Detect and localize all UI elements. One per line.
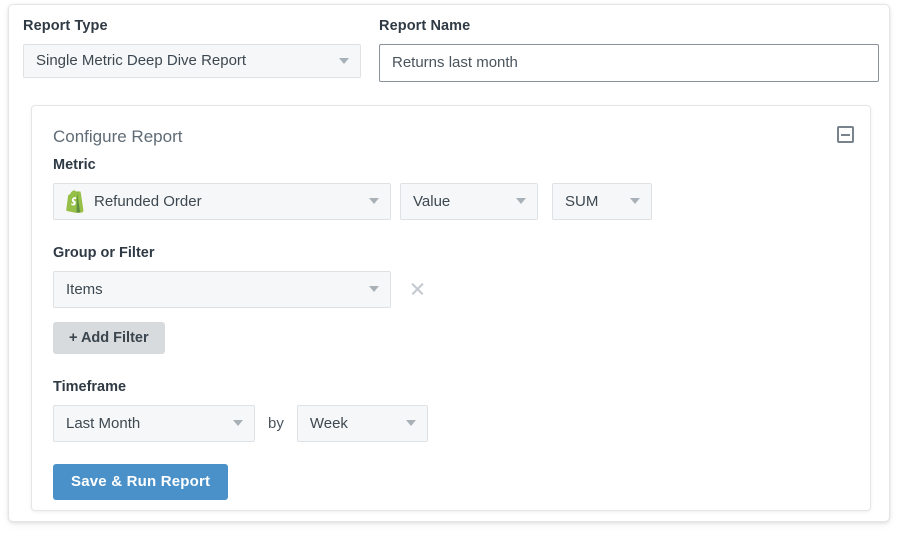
metric-aggregate-field-value: Value	[413, 193, 450, 210]
group-or-filter-select[interactable]: Items	[53, 271, 391, 308]
chevron-down-icon	[233, 420, 243, 426]
report-header-row: Report Type Single Metric Deep Dive Repo…	[23, 19, 879, 82]
metric-label: Metric	[53, 158, 852, 174]
report-type-label: Report Type	[23, 19, 361, 35]
collapse-minus-icon[interactable]	[837, 126, 854, 143]
metric-row: Refunded Order Value SUM	[53, 183, 852, 220]
timeframe-by-label: by	[268, 415, 284, 432]
configure-report-title: Configure Report	[53, 127, 182, 147]
group-or-filter-section: Group or Filter Items + Add Filter	[53, 246, 852, 354]
report-type-select[interactable]: Single Metric Deep Dive Report	[23, 44, 361, 78]
metric-aggregate-function-select[interactable]: SUM	[552, 183, 652, 220]
group-or-filter-label: Group or Filter	[53, 246, 852, 262]
report-name-field: Report Name Returns last month	[379, 19, 879, 82]
metric-value: Refunded Order	[94, 193, 202, 210]
close-x-icon[interactable]	[405, 276, 431, 302]
chevron-down-icon	[369, 198, 379, 204]
report-type-value: Single Metric Deep Dive Report	[36, 52, 246, 69]
group-or-filter-row: Items	[53, 271, 852, 308]
shopify-icon	[64, 190, 85, 213]
metric-select[interactable]: Refunded Order	[53, 183, 391, 220]
report-name-input[interactable]: Returns last month	[379, 44, 879, 82]
configure-report-panel: Configure Report Metric	[31, 105, 871, 511]
timeframe-interval-select[interactable]: Week	[297, 405, 428, 442]
chevron-down-icon	[406, 420, 416, 426]
metric-aggregate-field-select[interactable]: Value	[400, 183, 538, 220]
group-or-filter-value: Items	[66, 281, 103, 298]
report-name-label: Report Name	[379, 19, 879, 35]
timeframe-interval-value: Week	[310, 415, 348, 432]
report-builder-card: Report Type Single Metric Deep Dive Repo…	[8, 4, 890, 522]
chevron-down-icon	[630, 198, 640, 204]
chevron-down-icon	[516, 198, 526, 204]
chevron-down-icon	[369, 286, 379, 292]
chevron-down-icon	[339, 58, 349, 64]
save-and-run-report-button[interactable]: Save & Run Report	[53, 464, 228, 500]
timeframe-section: Timeframe Last Month by Week	[53, 380, 852, 442]
add-filter-button[interactable]: + Add Filter	[53, 322, 165, 354]
timeframe-row: Last Month by Week	[53, 405, 852, 442]
report-type-field: Report Type Single Metric Deep Dive Repo…	[23, 19, 361, 82]
metric-section: Metric Refunded Order	[53, 158, 852, 220]
configure-report-body: Metric Refunded Order	[53, 158, 852, 500]
timeframe-range-select[interactable]: Last Month	[53, 405, 255, 442]
timeframe-label: Timeframe	[53, 380, 852, 396]
metric-aggregate-function-value: SUM	[565, 193, 598, 210]
timeframe-range-value: Last Month	[66, 415, 140, 432]
